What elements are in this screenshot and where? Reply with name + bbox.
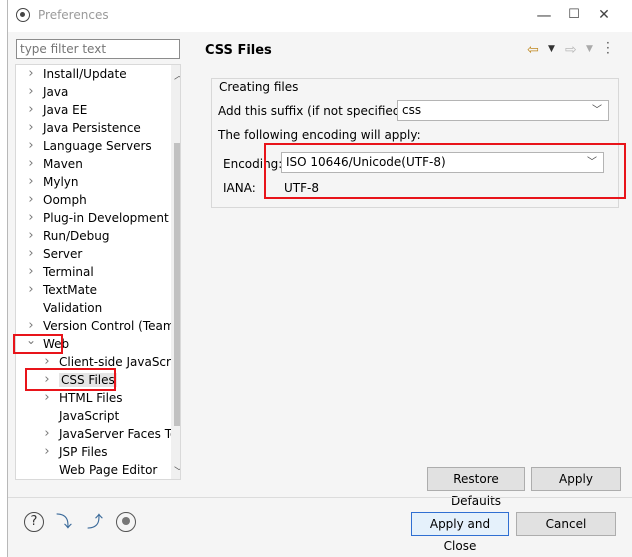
- preference-tree[interactable]: › Install/Update › Java › Java EE › Java Persis…: [15, 64, 181, 480]
- record-icon[interactable]: [116, 512, 136, 532]
- tree-item[interactable]: › Run/Debug: [26, 227, 110, 245]
- preferences-dialog: Preferences — ☐ ✕ › Install/Update › Java › J…: [7, 0, 632, 557]
- tree-item-label: Install/Update: [43, 67, 127, 81]
- highlight-box-encoding: [264, 143, 626, 199]
- apply-button[interactable]: Apply: [531, 467, 621, 491]
- chevron-right-icon[interactable]: ›: [26, 191, 36, 209]
- tree-item[interactable]: › Java EE: [26, 101, 87, 119]
- tree-item[interactable]: › Server: [26, 245, 82, 263]
- cancel-button[interactable]: Cancel: [516, 512, 616, 536]
- forward-menu-chevron-icon[interactable]: ▼: [586, 44, 593, 54]
- chevron-right-icon[interactable]: ›: [26, 209, 36, 227]
- tree-item-label: JSP Files: [59, 445, 108, 459]
- tree-item[interactable]: › Plug-in Development: [26, 209, 169, 227]
- tree-item-label: Plug-in Development: [43, 211, 169, 225]
- tree-item[interactable]: › TextMate: [26, 281, 97, 299]
- tree-item-label: JavaScript: [59, 409, 120, 423]
- scroll-right-icon[interactable]: ›: [158, 479, 162, 480]
- view-menu-icon[interactable]: · · ·: [606, 37, 610, 59]
- tree-item[interactable]: › Oomph: [26, 191, 87, 209]
- tree-item[interactable]: › JSP Files: [42, 443, 108, 461]
- encoding-note: The following encoding will apply:: [218, 128, 421, 142]
- horizontal-scrollbar[interactable]: [16, 479, 171, 480]
- chevron-right-icon[interactable]: ›: [26, 119, 36, 137]
- suffix-combo[interactable]: css ﹀: [397, 100, 609, 121]
- chevron-right-icon[interactable]: ›: [26, 83, 36, 101]
- tree-item-label: Version Control (Team): [43, 319, 180, 333]
- tree-item-label: JavaServer Faces Tools: [59, 427, 181, 441]
- tree-item[interactable]: › Java Persistence: [26, 119, 141, 137]
- tree-item-label: Client-side JavaScript: [59, 355, 181, 369]
- chevron-down-icon: ﹀: [592, 105, 602, 116]
- eclipse-icon: [16, 8, 30, 22]
- chevron-right-icon[interactable]: ›: [26, 227, 36, 245]
- tree-item[interactable]: › Install/Update: [26, 65, 127, 83]
- scroll-left-icon[interactable]: ‹: [22, 479, 26, 480]
- minimize-button[interactable]: —: [528, 4, 560, 26]
- window-title: Preferences: [38, 8, 109, 22]
- scrollbar-thumb[interactable]: [174, 143, 180, 426]
- tree-item-label: Mylyn: [43, 175, 79, 189]
- tree-item-label: Java: [43, 85, 69, 99]
- chevron-right-icon[interactable]: ›: [26, 263, 36, 281]
- footer-separator: [8, 497, 632, 498]
- tree-item-label: HTML Files: [59, 391, 123, 405]
- tree-item[interactable]: › Mylyn: [26, 173, 79, 191]
- background-editor-strip: [0, 0, 7, 557]
- page-title: CSS Files: [205, 43, 272, 58]
- tree-item[interactable]: › Java: [26, 83, 68, 101]
- chevron-right-icon[interactable]: ›: [26, 173, 36, 191]
- chevron-right-icon[interactable]: ›: [26, 65, 36, 83]
- chevron-right-icon[interactable]: ›: [42, 443, 52, 461]
- chevron-right-icon[interactable]: ›: [42, 389, 52, 407]
- suffix-label: Add this suffix (if not specified):: [218, 104, 410, 118]
- group-label: Creating files: [219, 80, 299, 94]
- maximize-button[interactable]: ☐: [558, 4, 590, 26]
- import-icon[interactable]: ⤵: [54, 512, 74, 532]
- tree-item[interactable]: Validation: [26, 299, 102, 317]
- tree-item[interactable]: › Maven: [26, 155, 83, 173]
- help-icon[interactable]: ?: [24, 512, 44, 532]
- tree-item-label: Web Page Editor: [59, 463, 158, 477]
- tree-item[interactable]: › Version Control (Team): [26, 317, 179, 335]
- tree-item-label: Java Persistence: [43, 121, 141, 135]
- export-icon[interactable]: ⤴: [85, 512, 105, 532]
- chevron-right-icon[interactable]: ›: [26, 101, 36, 119]
- scroll-up-icon[interactable]: ︿: [174, 67, 180, 82]
- chevron-right-icon[interactable]: ›: [26, 155, 36, 173]
- tree-item-label: Java EE: [43, 103, 88, 117]
- chevron-right-icon[interactable]: ›: [26, 245, 36, 263]
- tree-item-label: Run/Debug: [43, 229, 110, 243]
- tree-item[interactable]: JavaScript: [42, 407, 119, 425]
- chevron-right-icon[interactable]: ›: [42, 425, 52, 443]
- tree-item-label: Terminal: [43, 265, 94, 279]
- restore-defaults-button[interactable]: Restore Defaults: [427, 467, 525, 508]
- tree-item-label: Maven: [43, 157, 83, 171]
- filter-input[interactable]: [16, 39, 180, 59]
- highlight-box-css-files: [25, 368, 116, 391]
- tree-item[interactable]: › Language Servers: [26, 137, 152, 155]
- forward-icon[interactable]: ⇨: [565, 42, 577, 58]
- iana-label: IANA:: [223, 181, 256, 195]
- suffix-value: css: [402, 103, 422, 117]
- back-menu-chevron-icon[interactable]: ▼: [548, 44, 555, 54]
- back-icon[interactable]: ⇦: [527, 42, 539, 58]
- highlight-box-web: [13, 334, 63, 354]
- scroll-down-icon[interactable]: ﹀: [174, 463, 180, 478]
- apply-and-close-button[interactable]: Apply and Close: [411, 512, 509, 553]
- close-button[interactable]: ✕: [588, 4, 620, 26]
- chevron-right-icon[interactable]: ›: [26, 281, 36, 299]
- title-bar: Preferences — ☐ ✕: [8, 0, 632, 32]
- tree-item-label: Oomph: [43, 193, 87, 207]
- tree-item-label: Server: [43, 247, 83, 261]
- tree-item[interactable]: › JavaServer Faces Tools: [42, 425, 181, 443]
- tree-item-label: Language Servers: [43, 139, 152, 153]
- tree-item[interactable]: Web Page Editor: [42, 461, 157, 479]
- tree-item-label: Validation: [43, 301, 103, 315]
- tree-item-label: TextMate: [43, 283, 98, 297]
- tree-item[interactable]: › Terminal: [26, 263, 94, 281]
- chevron-right-icon[interactable]: ›: [26, 137, 36, 155]
- tree-item[interactable]: › HTML Files: [42, 389, 123, 407]
